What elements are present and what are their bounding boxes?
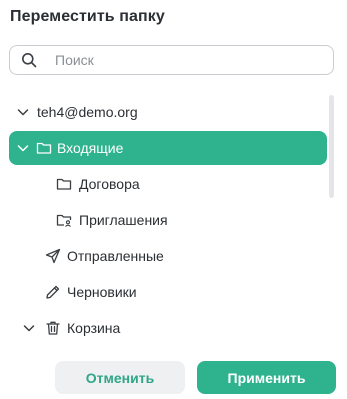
cancel-button[interactable]: Отменить [55,361,185,394]
tree-item-contracts[interactable]: Договора [9,167,327,201]
send-icon [45,248,61,264]
tree-item-invitations[interactable]: Приглашения [9,203,327,237]
tree-item-label: Отправленные [67,248,164,264]
tree-item-label: Приглашения [79,212,168,228]
tree-item-label: teh4@demo.org [37,104,138,120]
tree-item-label: Черновики [67,284,137,300]
dialog-title: Переместить папку [10,8,165,25]
chevron-down-icon[interactable] [21,320,37,336]
tree-item-trash[interactable]: Корзина [9,311,327,345]
tree-item-label: Корзина [67,320,121,336]
folder-icon [36,140,52,156]
search-icon [21,52,37,68]
tree-item-sent[interactable]: Отправленные [9,239,327,273]
folder-icon [56,176,72,192]
folder-tree: teh4@demo.org Входящие Договора Приглаше… [0,95,347,345]
pencil-icon [45,284,61,300]
trash-icon [45,320,61,336]
search-box[interactable] [9,45,334,75]
folder-shared-icon [56,212,72,228]
tree-item-label: Договора [79,176,140,192]
tree-item-label: Входящие [57,140,124,156]
tree-item-drafts[interactable]: Черновики [9,275,327,309]
move-folder-dialog: Переместить папку teh4@demo.org Входящие [0,0,347,399]
apply-button[interactable]: Применить [197,361,336,394]
tree-scrollbar[interactable] [329,95,334,198]
tree-item-inbox[interactable]: Входящие [9,131,327,165]
tree-item-account[interactable]: teh4@demo.org [9,95,327,129]
search-input[interactable] [55,51,325,69]
chevron-down-icon[interactable] [15,140,31,156]
chevron-down-icon[interactable] [15,104,31,120]
